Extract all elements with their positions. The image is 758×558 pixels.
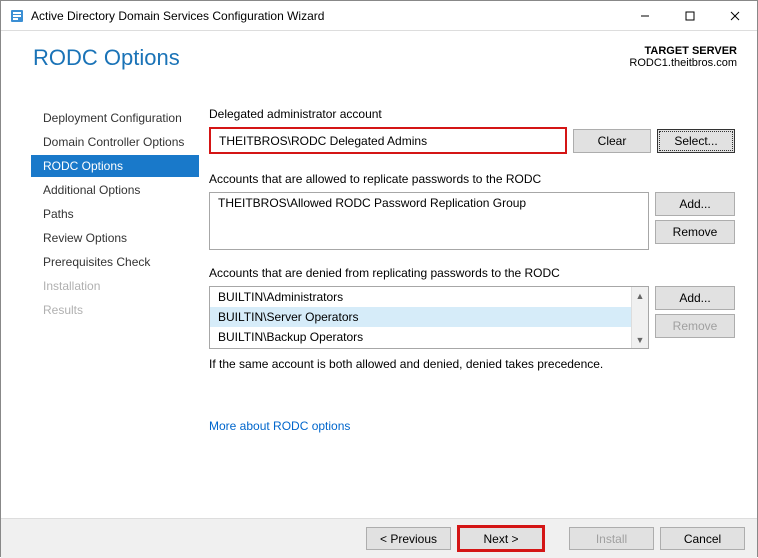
titlebar: Active Directory Domain Services Configu… — [1, 1, 757, 31]
nav-installation: Installation — [31, 275, 199, 297]
page-title: RODC Options — [33, 45, 180, 71]
scroll-down-icon[interactable]: ▼ — [632, 331, 648, 348]
target-server-label: TARGET SERVER — [629, 45, 737, 57]
header: RODC Options TARGET SERVER RODC1.theitbr… — [1, 31, 757, 97]
target-server-value: RODC1.theitbros.com — [629, 57, 737, 69]
nav-rodc-options[interactable]: RODC Options — [31, 155, 199, 177]
target-server-block: TARGET SERVER RODC1.theitbros.com — [629, 45, 737, 69]
close-button[interactable] — [712, 1, 757, 30]
app-icon — [9, 8, 25, 24]
next-button-highlight: Next > — [457, 525, 545, 552]
list-item[interactable]: BUILTIN\Backup Operators — [210, 327, 648, 347]
maximize-button[interactable] — [667, 1, 712, 30]
list-item[interactable]: THEITBROS\Allowed RODC Password Replicat… — [210, 193, 648, 213]
delegated-admin-label: Delegated administrator account — [209, 107, 735, 121]
next-button[interactable]: Next > — [460, 528, 542, 549]
nav-review-options[interactable]: Review Options — [31, 227, 199, 249]
nav-prerequisites-check[interactable]: Prerequisites Check — [31, 251, 199, 273]
nav-deployment-configuration[interactable]: Deployment Configuration — [31, 107, 199, 129]
nav-domain-controller-options[interactable]: Domain Controller Options — [31, 131, 199, 153]
denied-remove-button: Remove — [655, 314, 735, 338]
allowed-accounts-label: Accounts that are allowed to replicate p… — [209, 172, 735, 186]
nav-results: Results — [31, 299, 199, 321]
allowed-add-button[interactable]: Add... — [655, 192, 735, 216]
nav-paths[interactable]: Paths — [31, 203, 199, 225]
more-about-rodc-link[interactable]: More about RODC options — [209, 419, 350, 433]
window-controls — [622, 1, 757, 30]
denied-accounts-list[interactable]: BUILTIN\Administrators BUILTIN\Server Op… — [209, 286, 649, 349]
allowed-accounts-list[interactable]: THEITBROS\Allowed RODC Password Replicat… — [209, 192, 649, 250]
precedence-note: If the same account is both allowed and … — [209, 357, 735, 371]
scroll-up-icon[interactable]: ▲ — [632, 287, 648, 304]
denied-list-scrollbar[interactable]: ▲ ▼ — [631, 287, 648, 348]
denied-accounts-label: Accounts that are denied from replicatin… — [209, 266, 735, 280]
select-button[interactable]: Select... — [657, 129, 735, 153]
body: Deployment Configuration Domain Controll… — [1, 97, 757, 518]
cancel-button[interactable]: Cancel — [660, 527, 745, 550]
minimize-button[interactable] — [622, 1, 667, 30]
footer: < Previous Next > Install Cancel — [1, 518, 757, 558]
install-button: Install — [569, 527, 654, 550]
denied-add-button[interactable]: Add... — [655, 286, 735, 310]
window-title: Active Directory Domain Services Configu… — [31, 9, 622, 23]
allowed-remove-button[interactable]: Remove — [655, 220, 735, 244]
nav-additional-options[interactable]: Additional Options — [31, 179, 199, 201]
list-item[interactable]: BUILTIN\Administrators — [210, 287, 648, 307]
list-item[interactable]: BUILTIN\Server Operators — [210, 307, 648, 327]
sidebar: Deployment Configuration Domain Controll… — [1, 97, 199, 518]
delegated-admin-field[interactable]: THEITBROS\RODC Delegated Admins — [209, 127, 567, 154]
previous-button[interactable]: < Previous — [366, 527, 451, 550]
main-panel: Delegated administrator account THEITBRO… — [199, 97, 757, 518]
clear-button[interactable]: Clear — [573, 129, 651, 153]
